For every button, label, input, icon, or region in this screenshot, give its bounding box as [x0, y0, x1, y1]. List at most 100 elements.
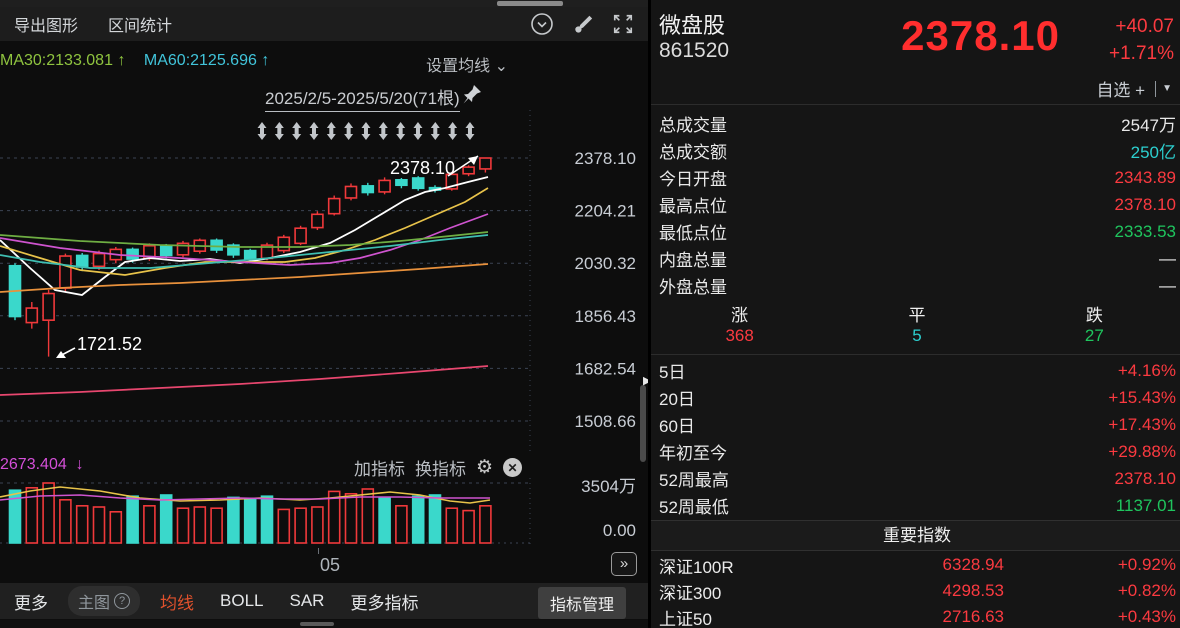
- tab-ma[interactable]: 均线: [160, 589, 194, 614]
- ma-settings-button[interactable]: 设置均线 ⌄: [426, 52, 508, 76]
- tab-boll[interactable]: BOLL: [220, 591, 263, 611]
- expand-icon[interactable]: [612, 13, 634, 35]
- event-marker-icon: [292, 122, 302, 140]
- stat-row: 最低点位 2333.53: [659, 221, 1176, 244]
- volume-chart[interactable]: 3504万 0.00: [0, 478, 648, 548]
- top-scrollbar[interactable]: [0, 0, 648, 7]
- chevron-down-icon: ▼: [1162, 83, 1172, 94]
- volume-bar: [159, 494, 173, 544]
- breadth-up-count: 368: [725, 326, 754, 345]
- candle: [462, 166, 475, 175]
- toolbar-icons: [530, 7, 634, 41]
- stat-row: 内盘总量 —: [659, 248, 1176, 271]
- event-marker-icon: [309, 122, 319, 140]
- candlestick-chart[interactable]: 2378.10 2204.21 2030.32 1856.43 1682.54 1508.…: [0, 110, 648, 455]
- volume-bar: [75, 505, 89, 544]
- volume-bar: [92, 506, 106, 544]
- y-axis-label: 2204.21: [575, 202, 636, 221]
- last-price: 2378.10: [901, 12, 1060, 59]
- candle: [378, 179, 391, 193]
- divider: [651, 104, 1180, 105]
- stats-table: 总成交量 2547万 总成交额 250亿 今日开盘 2343.89 最高点位 2378.10 最…: [651, 110, 1180, 299]
- indicator-manage-button[interactable]: 指标管理: [537, 587, 626, 619]
- volume-bar: [260, 495, 274, 544]
- vertical-scrollbar-thumb[interactable]: [640, 385, 646, 462]
- volume-bar: [411, 495, 425, 544]
- index-row[interactable]: 深证100R 6328.94 +0.92%: [651, 552, 1180, 578]
- volume-bar: [462, 509, 475, 544]
- y-axis-label: 2378.10: [575, 149, 636, 168]
- breadth-down-count: 27: [1084, 326, 1104, 345]
- ma-white: [0, 176, 489, 296]
- divider: [651, 354, 1180, 355]
- add-indicator-button[interactable]: 加指标: [354, 455, 405, 480]
- gear-icon[interactable]: ⚙: [476, 456, 493, 479]
- down-count-label: 跌: [1085, 306, 1103, 325]
- pin-icon[interactable]: [462, 84, 482, 106]
- volume-bar: [227, 496, 240, 544]
- volume-bar: [395, 505, 408, 544]
- down-arrow-icon: ↓: [75, 456, 84, 473]
- y-axis-label: 1508.66: [575, 412, 636, 431]
- add-watchlist-button[interactable]: 自选 + ▼: [1090, 76, 1174, 105]
- up-arrow-icon: ↑: [261, 52, 270, 69]
- top-scrollbar-thumb[interactable]: [497, 1, 563, 6]
- important-indices-header: 重要指数: [651, 520, 1180, 551]
- range-statistics-button[interactable]: 区间统计: [108, 12, 172, 36]
- candle: [327, 197, 341, 215]
- volume-bar: [143, 505, 156, 544]
- bottom-scrollbar[interactable]: [0, 620, 648, 628]
- volume-bar: [176, 507, 190, 544]
- candle: [75, 254, 89, 268]
- volume-bar: [210, 507, 223, 544]
- up-count-label: 涨: [731, 306, 749, 325]
- volume-bar: [311, 506, 324, 544]
- flat-count-label: 平: [908, 306, 926, 325]
- volume-min-label: 0.00: [603, 521, 636, 540]
- event-marker-icon: [465, 122, 475, 140]
- chevron-down-icon: ⌄: [494, 58, 508, 75]
- circle-chevron-down-icon[interactable]: [530, 12, 554, 36]
- question-icon[interactable]: ?: [114, 593, 131, 609]
- close-icon[interactable]: ✕: [503, 458, 522, 477]
- candle: [311, 213, 324, 229]
- switch-indicator-button[interactable]: 换指标: [415, 455, 466, 480]
- event-marker-icon: [378, 122, 388, 140]
- volume-bar: [378, 496, 391, 544]
- volume-bar: [126, 495, 139, 544]
- high-annotation: 2378.10: [390, 158, 455, 178]
- ma-pink: [0, 365, 489, 396]
- period-returns-table: 5日 +4.16% 20日 +15.43% 60日 +17.43% 年初至今 +29.88% 5…: [651, 357, 1180, 519]
- indices-table: 深证100R 6328.94 +0.92% 深证300 4298.53 +0.82% 上证5…: [651, 552, 1180, 628]
- event-marker-icon: [396, 122, 406, 140]
- brush-icon[interactable]: [572, 13, 594, 35]
- more-indicators-button[interactable]: 更多指标: [350, 589, 418, 614]
- instrument-code: 861520: [659, 39, 730, 62]
- candle: [92, 252, 106, 268]
- volume-bar: [109, 511, 123, 544]
- tab-sar[interactable]: SAR: [290, 591, 325, 611]
- scroll-right-button[interactable]: »: [611, 552, 637, 576]
- ma-info-row: MA30:2133.081 ↑ MA60:2125.696 ↑ 设置均线 ⌄: [0, 52, 530, 76]
- bottom-scrollbar-thumb[interactable]: [300, 622, 334, 626]
- volume-bar: [193, 506, 207, 544]
- volume-header: 2673.404 ↓ 加指标 换指标 ⚙ ✕: [0, 453, 530, 479]
- date-range-label[interactable]: 2025/2/5-2025/5/20(71根): [265, 84, 460, 112]
- candle: [59, 255, 72, 289]
- stat-row: 总成交量 2547万: [659, 116, 1176, 135]
- event-marker-icon: [413, 122, 423, 140]
- index-row[interactable]: 深证300 4298.53 +0.82%: [651, 578, 1180, 604]
- event-marker-icon: [326, 122, 336, 140]
- index-row[interactable]: 上证50 2716.63 +0.43%: [651, 604, 1180, 628]
- export-image-button[interactable]: 导出图形: [14, 12, 78, 36]
- candle: [395, 179, 408, 187]
- main-chart-tab[interactable]: 主图 ?: [68, 586, 141, 616]
- candle: [243, 249, 257, 260]
- event-marker-icon: [430, 122, 440, 140]
- more-button[interactable]: 更多: [14, 589, 48, 614]
- event-marker-icon: [448, 122, 458, 140]
- volume-max-label: 3504万: [581, 478, 636, 496]
- stat-row: 外盘总量 —: [659, 275, 1176, 298]
- y-axis-label: 2030.32: [575, 254, 636, 273]
- chart-panel: 导出图形 区间统计 MA30:2133.081 ↑ MA60:2125.696 …: [0, 0, 651, 628]
